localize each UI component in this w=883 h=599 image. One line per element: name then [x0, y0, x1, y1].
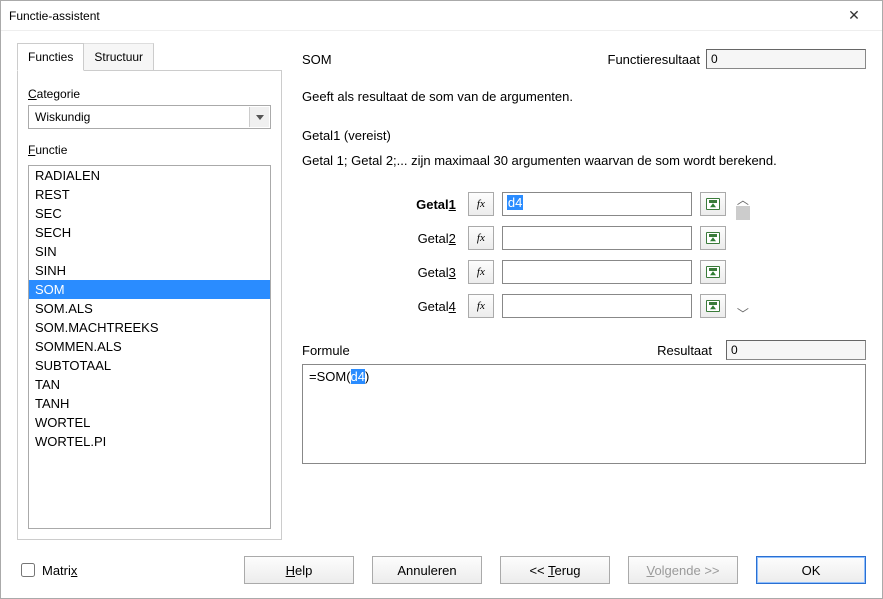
selection-icon [706, 300, 720, 312]
back-button[interactable]: << Terug [500, 556, 610, 584]
result-value: 0 [726, 340, 866, 360]
formula-header: Formule Resultaat 0 [302, 340, 866, 360]
category-label: Categorie [28, 87, 271, 101]
function-list-item[interactable]: TANH [29, 394, 270, 413]
function-list-item[interactable]: WORTEL.PI [29, 432, 270, 451]
function-list-item[interactable]: SOM.ALS [29, 299, 270, 318]
function-name: SOM [302, 52, 332, 67]
formula-textarea[interactable]: =SOM(d4) [302, 364, 866, 464]
selection-icon [706, 198, 720, 210]
ok-button[interactable]: OK [756, 556, 866, 584]
function-list-item[interactable]: REST [29, 185, 270, 204]
content-area: Functies Structuur Categorie Wiskundig F… [1, 31, 882, 548]
function-list-item[interactable]: SOMMEN.ALS [29, 337, 270, 356]
tab-panel: Categorie Wiskundig Functie RADIALENREST… [17, 70, 282, 540]
result-label: Resultaat [657, 343, 712, 358]
arguments-block: Getal1 fx d4 Getal2 fx Getal3 fx Getal4 fx ︿ ﹀ [302, 192, 866, 322]
function-list-item[interactable]: SIN [29, 242, 270, 261]
function-list-item[interactable]: SINH [29, 261, 270, 280]
left-panel: Functies Structuur Categorie Wiskundig F… [17, 43, 282, 540]
close-icon[interactable]: ✕ [834, 7, 874, 24]
argument-description: Getal 1; Getal 2;... zijn maximaal 30 ar… [302, 153, 866, 168]
arguments-scrollbar[interactable]: ︿ ﹀ [734, 192, 752, 322]
function-list-item[interactable]: WORTEL [29, 413, 270, 432]
argument-input[interactable] [502, 260, 692, 284]
arguments-grid: Getal1 fx d4 Getal2 fx Getal3 fx Getal4 fx [416, 192, 726, 318]
argument-input[interactable] [502, 226, 692, 250]
titlebar: Functie-assistent ✕ [1, 1, 882, 31]
function-list-item[interactable]: TAN [29, 375, 270, 394]
window-title: Functie-assistent [9, 9, 834, 23]
fx-button[interactable]: fx [468, 192, 494, 216]
category-value: Wiskundig [35, 110, 90, 124]
function-wizard-window: Functie-assistent ✕ Functies Structuur C… [0, 0, 883, 599]
function-description: Geeft als resultaat de som van de argume… [302, 89, 866, 104]
matrix-checkbox[interactable]: Matrix [17, 560, 77, 580]
category-select[interactable]: Wiskundig [28, 105, 271, 129]
tab-functions[interactable]: Functies [17, 43, 84, 71]
function-result-value: 0 [706, 49, 866, 69]
shrink-selection-button[interactable] [700, 294, 726, 318]
function-list-item[interactable]: SECH [29, 223, 270, 242]
argument-label: Getal2 [416, 231, 460, 246]
selection-icon [706, 266, 720, 278]
chevron-down-icon [249, 107, 269, 127]
function-label: Functie [28, 143, 271, 157]
formula-label: Formule [302, 343, 350, 358]
tab-structure[interactable]: Structuur [83, 43, 154, 71]
matrix-checkbox-input[interactable] [21, 563, 35, 577]
fx-button[interactable]: fx [468, 294, 494, 318]
selection-icon [706, 232, 720, 244]
cancel-button[interactable]: Annuleren [372, 556, 482, 584]
function-listbox[interactable]: RADIALENRESTSECSECHSINSINHSOMSOM.ALSSOM.… [28, 165, 271, 529]
scroll-down-icon[interactable]: ﹀ [734, 308, 752, 320]
argument-title: Getal1 (vereist) [302, 128, 866, 143]
footer: Matrix Help Annuleren << Terug Volgende … [1, 548, 882, 598]
function-list-item[interactable]: RADIALEN [29, 166, 270, 185]
function-list-item[interactable]: SUBTOTAAL [29, 356, 270, 375]
shrink-selection-button[interactable] [700, 192, 726, 216]
next-button[interactable]: Volgende >> [628, 556, 738, 584]
scroll-thumb[interactable] [736, 206, 750, 220]
argument-label: Getal1 [416, 197, 460, 212]
function-result-label: Functieresultaat [608, 52, 701, 67]
argument-input[interactable]: d4 [502, 192, 692, 216]
shrink-selection-button[interactable] [700, 226, 726, 250]
scroll-up-icon[interactable]: ︿ [734, 194, 752, 206]
function-list-item[interactable]: SOM.MACHTREEKS [29, 318, 270, 337]
fx-button[interactable]: fx [468, 260, 494, 284]
right-panel: SOM Functieresultaat 0 Geeft als resulta… [302, 43, 866, 540]
fx-button[interactable]: fx [468, 226, 494, 250]
function-list-item[interactable]: SEC [29, 204, 270, 223]
argument-input[interactable] [502, 294, 692, 318]
matrix-label: Matrix [42, 563, 77, 578]
function-list-item[interactable]: SOM [29, 280, 270, 299]
help-button[interactable]: Help [244, 556, 354, 584]
shrink-selection-button[interactable] [700, 260, 726, 284]
argument-label: Getal3 [416, 265, 460, 280]
tabs: Functies Structuur [17, 43, 282, 71]
argument-label: Getal4 [416, 299, 460, 314]
function-header: SOM Functieresultaat 0 [302, 49, 866, 69]
